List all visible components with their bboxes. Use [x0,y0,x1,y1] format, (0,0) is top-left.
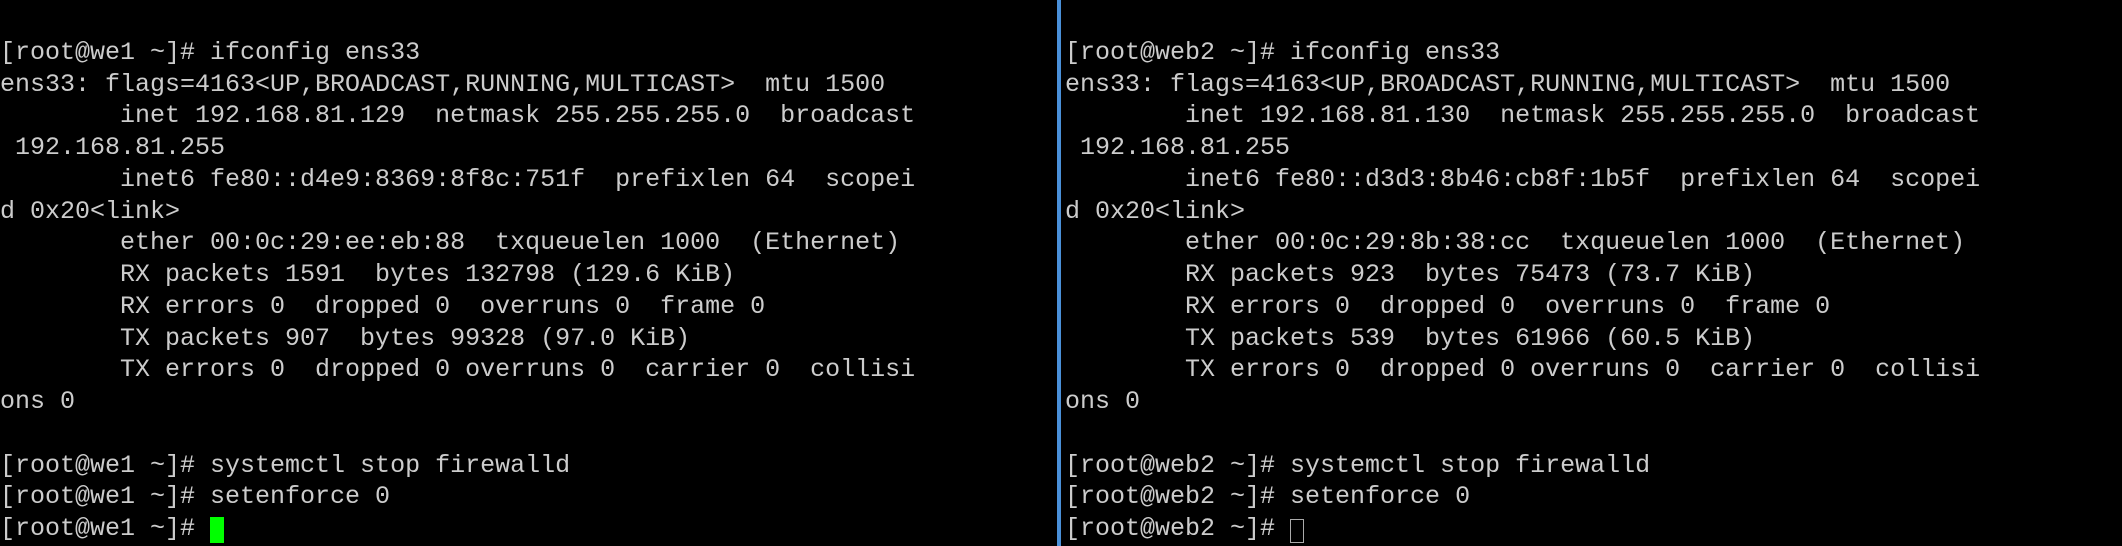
prompt-line: [root@we1 ~]# [0,514,224,543]
output-line: inet 192.168.81.129 netmask 255.255.255.… [0,101,915,130]
output-line: RX errors 0 dropped 0 overruns 0 frame 0 [0,292,765,321]
prompt-line: [root@web2 ~]# systemctl stop firewalld [1065,451,1650,480]
output-line: ens33: flags=4163<UP,BROADCAST,RUNNING,M… [0,70,885,99]
output-line: inet6 fe80::d4e9:8369:8f8c:751f prefixle… [0,165,915,194]
terminal-left[interactable]: [root@we1 ~]# ifconfig ens33 ens33: flag… [0,0,1061,546]
output-line: RX packets 1591 bytes 132798 (129.6 KiB) [0,260,735,289]
prompt-line: [root@we1 ~]# setenforce 0 [0,482,390,511]
output-line: RX packets 923 bytes 75473 (73.7 KiB) [1065,260,1755,289]
prompt-line: [root@we1 ~]# systemctl stop firewalld [0,451,570,480]
output-line: 192.168.81.255 [1065,133,1290,162]
output-line: ons 0 [0,387,75,416]
prompt-line: [root@web2 ~]# [1065,514,1304,543]
output-line: TX errors 0 dropped 0 overruns 0 carrier… [1065,355,1980,384]
output-line: inet6 fe80::d3d3:8b46:cb8f:1b5f prefixle… [1065,165,1980,194]
output-line: ens33: flags=4163<UP,BROADCAST,RUNNING,M… [1065,70,1950,99]
output-line: ons 0 [1065,387,1140,416]
output-line: TX errors 0 dropped 0 overruns 0 carrier… [0,355,915,384]
output-line: RX errors 0 dropped 0 overruns 0 frame 0 [1065,292,1830,321]
prompt-line: [root@web2 ~]# ifconfig ens33 [1065,38,1500,67]
output-line: inet 192.168.81.130 netmask 255.255.255.… [1065,101,1980,130]
output-line: d 0x20<link> [1065,197,1245,226]
cursor-icon [1290,519,1304,543]
prompt-line: [root@web2 ~]# setenforce 0 [1065,482,1470,511]
output-line: TX packets 907 bytes 99328 (97.0 KiB) [0,324,690,353]
output-line: TX packets 539 bytes 61966 (60.5 KiB) [1065,324,1755,353]
terminal-right[interactable]: [root@web2 ~]# ifconfig ens33 ens33: fla… [1061,0,2122,546]
output-line: d 0x20<link> [0,197,180,226]
output-line: ether 00:0c:29:8b:38:cc txqueuelen 1000 … [1065,228,1965,257]
output-line: 192.168.81.255 [0,133,225,162]
prompt-line: [root@we1 ~]# ifconfig ens33 [0,38,420,67]
output-line: ether 00:0c:29:ee:eb:88 txqueuelen 1000 … [0,228,900,257]
cursor-icon [210,517,224,543]
